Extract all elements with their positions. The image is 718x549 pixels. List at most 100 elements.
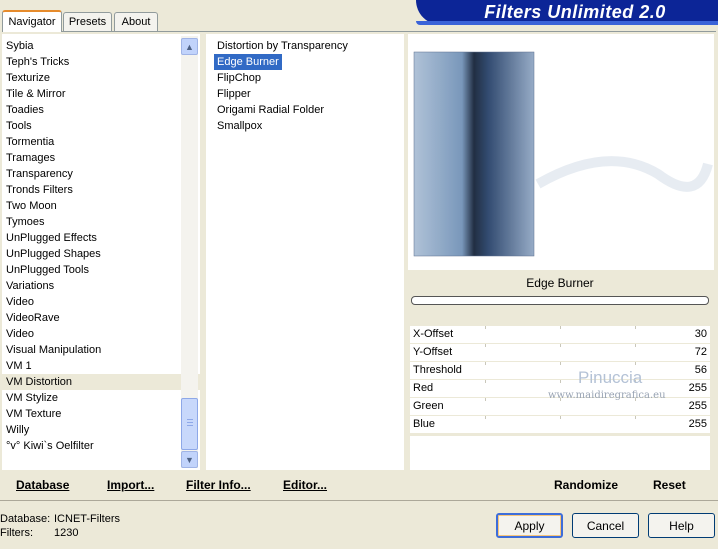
category-list-panel: Sybia Teph's Tricks Texturize Tile & Mirror…	[2, 34, 200, 470]
app-title: Filters Unlimited 2.0	[484, 2, 666, 22]
cancel-button[interactable]: Cancel	[572, 513, 639, 538]
status-database-value: ICNET-Filters	[54, 513, 120, 525]
tab-about[interactable]: About	[114, 12, 158, 31]
reset-link[interactable]: Reset	[653, 478, 686, 492]
watermark-site: www.maidiregrafica.eu	[548, 390, 666, 401]
slider-tick	[560, 344, 561, 347]
slider-tick	[485, 380, 486, 383]
filter-item-label: Origami Radial Folder	[217, 104, 324, 116]
category-item[interactable]: Video	[2, 326, 200, 342]
filter-item[interactable]: Distortion by Transparency	[212, 38, 404, 54]
slider-tick	[485, 416, 486, 419]
category-item[interactable]: Tronds Filters	[2, 182, 200, 198]
slider-tick	[485, 398, 486, 401]
help-button[interactable]: Help	[648, 513, 715, 538]
slider-tick	[485, 362, 486, 365]
status-filters-value: 1230	[54, 527, 79, 539]
slider-tick	[560, 380, 561, 383]
preview-image	[413, 51, 713, 257]
category-item[interactable]: VideoRave	[2, 310, 200, 326]
param-value: 255	[688, 382, 707, 394]
category-item[interactable]: VM Texture	[2, 406, 200, 422]
category-item[interactable]: UnPlugged Shapes	[2, 246, 200, 262]
param-value: 255	[688, 418, 707, 430]
watermark-name: Pinuccia	[578, 368, 643, 387]
filter-list: Distortion by Transparency Edge Burner Fli…	[206, 34, 404, 134]
randomize-link[interactable]: Randomize	[554, 478, 618, 492]
slider-tick	[635, 344, 636, 347]
category-item[interactable]: UnPlugged Tools	[2, 262, 200, 278]
progress-bar	[411, 296, 709, 305]
editor-link[interactable]: Editor...	[283, 478, 327, 492]
filter-item-label: Flipper	[217, 88, 251, 100]
filter-item[interactable]: Flipper	[212, 86, 404, 102]
filter-info-link[interactable]: Filter Info...	[186, 478, 251, 492]
preview-panel	[408, 34, 714, 270]
param-label: X-Offset	[413, 328, 454, 340]
filter-item[interactable]: Edge Burner	[212, 54, 404, 70]
grip-line	[187, 422, 193, 423]
import-link[interactable]: Import...	[107, 478, 154, 492]
grip-line	[187, 425, 193, 426]
scroll-up-button[interactable]: ▲	[181, 38, 198, 55]
slider-tick	[485, 326, 486, 329]
footer-separator	[0, 500, 718, 501]
param-row-blue[interactable]: Blue 255	[410, 416, 710, 434]
tab-navigator[interactable]: Navigator	[2, 10, 62, 32]
category-item[interactable]: Sybia	[2, 38, 200, 54]
apply-button[interactable]: Apply	[496, 513, 563, 538]
database-link[interactable]: Database	[16, 478, 69, 492]
category-item[interactable]: VM Stylize	[2, 390, 200, 406]
category-item[interactable]: Tymoes	[2, 214, 200, 230]
category-scrollbar[interactable]: ▲ ▼	[181, 36, 198, 468]
filter-name-label: Edge Burner	[410, 271, 710, 295]
category-item[interactable]: Toadies	[2, 102, 200, 118]
category-item[interactable]: Two Moon	[2, 198, 200, 214]
status-database-label: Database:	[0, 513, 51, 525]
scroll-down-button[interactable]: ▼	[181, 451, 198, 468]
param-value: 30	[694, 328, 707, 340]
param-row-yoffset[interactable]: Y-Offset 72	[410, 344, 710, 362]
status-filters-label: Filters:	[0, 527, 33, 539]
category-item[interactable]: Tramages	[2, 150, 200, 166]
chevron-down-icon: ▼	[185, 454, 194, 465]
chevron-up-icon: ▲	[185, 41, 194, 52]
category-item[interactable]: Tools	[2, 118, 200, 134]
category-item[interactable]: Teph's Tricks	[2, 54, 200, 70]
tab-presets[interactable]: Presets	[63, 12, 112, 31]
slider-tick	[560, 416, 561, 419]
category-item[interactable]: °v° Kiwi`s Oelfilter	[2, 438, 200, 454]
category-item[interactable]: Visual Manipulation	[2, 342, 200, 358]
param-value: 255	[688, 400, 707, 412]
category-list: Sybia Teph's Tricks Texturize Tile & Mirror…	[2, 34, 200, 454]
category-item[interactable]: UnPlugged Effects	[2, 230, 200, 246]
category-item[interactable]: Texturize	[2, 70, 200, 86]
filter-item-label: Edge Burner	[214, 54, 282, 70]
slider-tick	[635, 326, 636, 329]
filter-item[interactable]: Origami Radial Folder	[212, 102, 404, 118]
category-item[interactable]: Tormentia	[2, 134, 200, 150]
parameter-empty-area	[410, 436, 710, 470]
filter-item[interactable]: Smallpox	[212, 118, 404, 134]
filter-list-panel: Distortion by Transparency Edge Burner Fli…	[206, 34, 404, 470]
category-item[interactable]: Transparency	[2, 166, 200, 182]
scroll-thumb[interactable]	[181, 398, 198, 450]
param-row-threshold[interactable]: Threshold 56	[410, 362, 710, 380]
category-item[interactable]: Willy	[2, 422, 200, 438]
filter-item[interactable]: FlipChop	[212, 70, 404, 86]
param-value: 56	[694, 364, 707, 376]
slider-tick	[560, 362, 561, 365]
slider-tick	[635, 362, 636, 365]
param-label: Green	[413, 400, 444, 412]
param-row-xoffset[interactable]: X-Offset 30	[410, 326, 710, 344]
param-label: Blue	[413, 418, 436, 430]
filter-item-label: Smallpox	[217, 120, 263, 132]
category-item[interactable]: VM 1	[2, 358, 200, 374]
param-value: 72	[694, 346, 707, 358]
filter-item-label: FlipChop	[217, 72, 262, 84]
category-item[interactable]: Variations	[2, 278, 200, 294]
category-item[interactable]: Video	[2, 294, 200, 310]
category-item[interactable]: Tile & Mirror	[2, 86, 200, 102]
slider-tick	[485, 344, 486, 347]
category-item[interactable]: VM Distortion	[2, 374, 200, 390]
